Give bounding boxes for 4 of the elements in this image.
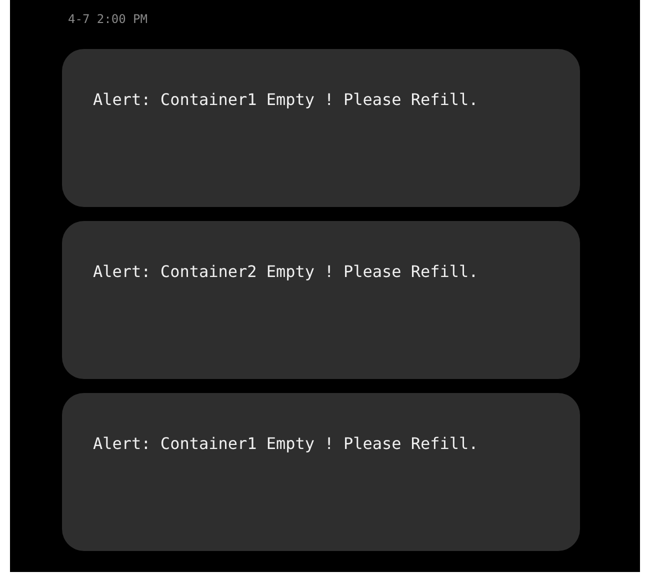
alert-message: Alert: Container1 Empty ! Please Refill. — [93, 89, 478, 111]
alert-message: Alert: Container2 Empty ! Please Refill. — [93, 261, 478, 283]
alert-message: Alert: Container1 Empty ! Please Refill. — [93, 433, 478, 455]
timestamp: 4-7 2:00 PM — [68, 12, 148, 26]
